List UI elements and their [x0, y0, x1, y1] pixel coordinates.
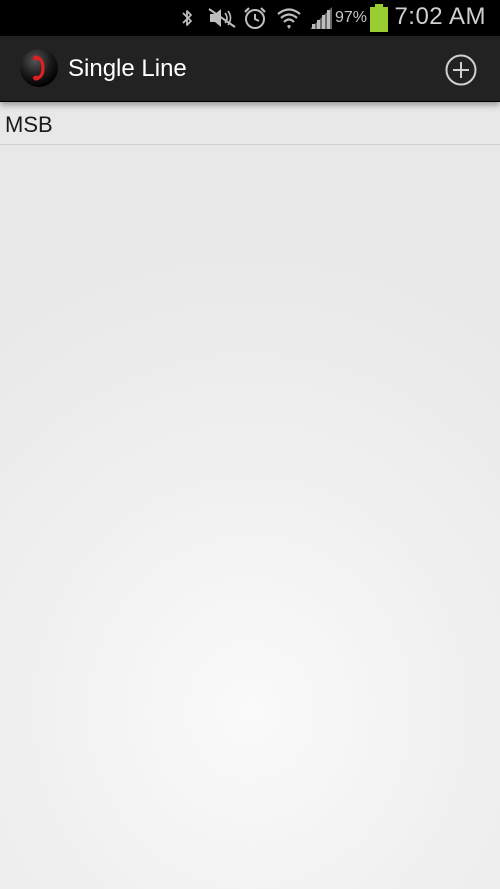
battery-icon: [368, 3, 390, 33]
battery-percent: 97%: [335, 9, 368, 26]
list-item-label: MSB: [5, 112, 53, 137]
app-title: Single Line: [68, 55, 187, 82]
bluetooth-icon: [174, 5, 200, 31]
add-button[interactable]: [444, 53, 478, 87]
status-bar: 97% 7:02 AM: [0, 0, 500, 36]
add-circle-icon: [445, 54, 477, 86]
action-bar: Single Line: [0, 36, 500, 102]
alarm-icon: [242, 5, 268, 31]
signal-icon: [308, 5, 334, 31]
phone-handset-icon[interactable]: [19, 48, 59, 88]
mute-icon: [207, 5, 237, 31]
status-time: 7:02 AM: [394, 3, 486, 30]
list-item[interactable]: MSB: [0, 102, 500, 145]
wifi-icon: [276, 5, 302, 31]
line-list: MSB: [0, 102, 500, 145]
